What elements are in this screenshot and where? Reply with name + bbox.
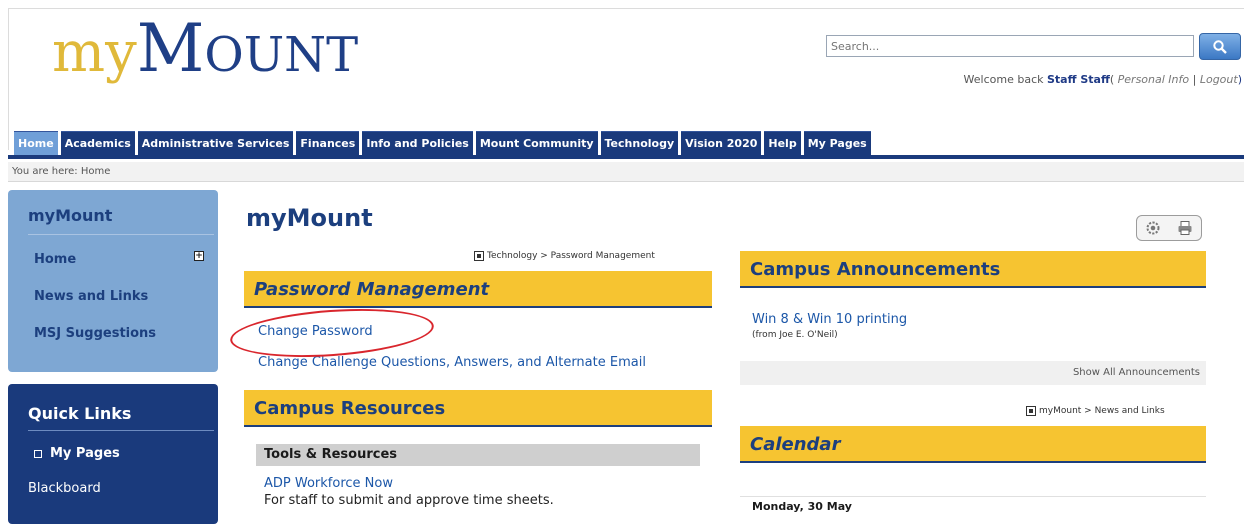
portlet-crumb-password-text: Technology > Password Management — [487, 251, 655, 261]
bullet-icon — [34, 449, 42, 458]
tab-administrative-services[interactable]: Administrative Services — [137, 131, 294, 155]
logout-link[interactable]: Logout — [1200, 73, 1238, 86]
print-icon[interactable] — [1177, 220, 1193, 236]
logo-m: M — [136, 10, 205, 87]
tab-academics[interactable]: Academics — [60, 131, 135, 155]
show-all-announcements-link[interactable]: Show All Announcements — [740, 361, 1206, 385]
portlet-crumb-calendar[interactable]: myMount > News and Links — [1026, 406, 1165, 416]
adp-workforce-description: For staff to submit and approve time she… — [264, 493, 554, 508]
quick-links-panel: Quick Links My Pages Blackboard — [8, 384, 218, 524]
tab-vision-2020[interactable]: Vision 2020 — [681, 131, 762, 155]
adp-workforce-link[interactable]: ADP Workforce Now — [264, 476, 393, 491]
tab-info-and-policies[interactable]: Info and Policies — [362, 131, 473, 155]
quick-links-divider — [28, 430, 214, 431]
campus-announcements-header: Campus Announcements — [740, 251, 1206, 288]
campus-resources-header: Campus Resources — [244, 390, 712, 427]
tab-help[interactable]: Help — [764, 131, 801, 155]
logo-ount: OUNT — [204, 27, 359, 83]
sidebar-item-msj-suggestions[interactable]: MSJ Suggestions — [34, 326, 156, 341]
link-icon — [474, 251, 484, 261]
password-management-header: Password Management — [244, 271, 712, 308]
paren-open: ( — [1109, 73, 1115, 86]
tab-mount-community[interactable]: Mount Community — [475, 131, 598, 155]
calendar-day-heading: Monday, 30 May — [740, 496, 1206, 514]
calendar-title: Calendar — [750, 434, 841, 455]
user-name: Staff Staff — [1047, 73, 1110, 86]
paren-close: ) — [1237, 73, 1242, 86]
sidebar-item-news-and-links[interactable]: News and Links — [34, 289, 148, 304]
calendar-header: Calendar — [740, 426, 1206, 463]
gear-icon[interactable] — [1145, 220, 1161, 236]
link-separator: | — [1192, 73, 1197, 86]
expand-icon[interactable]: + — [194, 251, 204, 261]
personal-info-link[interactable]: Personal Info — [1118, 73, 1189, 86]
tab-technology[interactable]: Technology — [600, 131, 679, 155]
quick-links-title: Quick Links — [28, 404, 132, 423]
welcome-message: Welcome back Staff Staff( Personal Info … — [880, 73, 1242, 86]
announcement-link[interactable]: Win 8 & Win 10 printing — [752, 312, 907, 327]
link-icon — [1026, 406, 1036, 416]
welcome-prefix: Welcome back — [963, 73, 1044, 86]
sidebar-mymount-panel: myMount Home News and Links MSJ Suggesti… — [8, 190, 218, 372]
tab-home[interactable]: Home — [14, 131, 58, 155]
breadcrumb: You are here: Home — [8, 162, 1244, 182]
campus-resources-title: Campus Resources — [254, 398, 446, 419]
sidebar-divider — [28, 234, 214, 235]
page-tools — [1136, 215, 1202, 241]
sidebar-item-home[interactable]: Home — [34, 252, 76, 267]
announcement-author: (from Joe E. O'Neil) — [752, 330, 838, 340]
nav-underline — [8, 155, 1244, 159]
quick-link-my-pages[interactable]: My Pages — [34, 446, 120, 461]
portlet-crumb-calendar-text: myMount > News and Links — [1039, 406, 1165, 416]
password-management-title: Password Management — [254, 279, 490, 300]
quick-link-blackboard[interactable]: Blackboard — [28, 481, 101, 496]
page-title: myMount — [246, 204, 373, 232]
tools-resources-header: Tools & Resources — [256, 444, 700, 466]
search-input[interactable] — [826, 35, 1194, 57]
campus-announcements-title: Campus Announcements — [750, 259, 1001, 280]
search-icon — [1213, 39, 1227, 54]
tab-finances[interactable]: Finances — [296, 131, 360, 155]
portlet-crumb-password[interactable]: Technology > Password Management — [474, 251, 655, 261]
main-nav: Home Academics Administrative Services F… — [14, 131, 871, 155]
search-button[interactable] — [1199, 33, 1241, 60]
logo-my: my — [52, 20, 137, 85]
change-challenge-questions-link[interactable]: Change Challenge Questions, Answers, and… — [258, 355, 646, 370]
tab-my-pages[interactable]: My Pages — [803, 131, 871, 155]
quick-link-my-pages-label: My Pages — [50, 446, 120, 461]
mymount-logo[interactable]: myMOUNT — [52, 14, 359, 86]
sidebar-title: myMount — [28, 206, 113, 225]
